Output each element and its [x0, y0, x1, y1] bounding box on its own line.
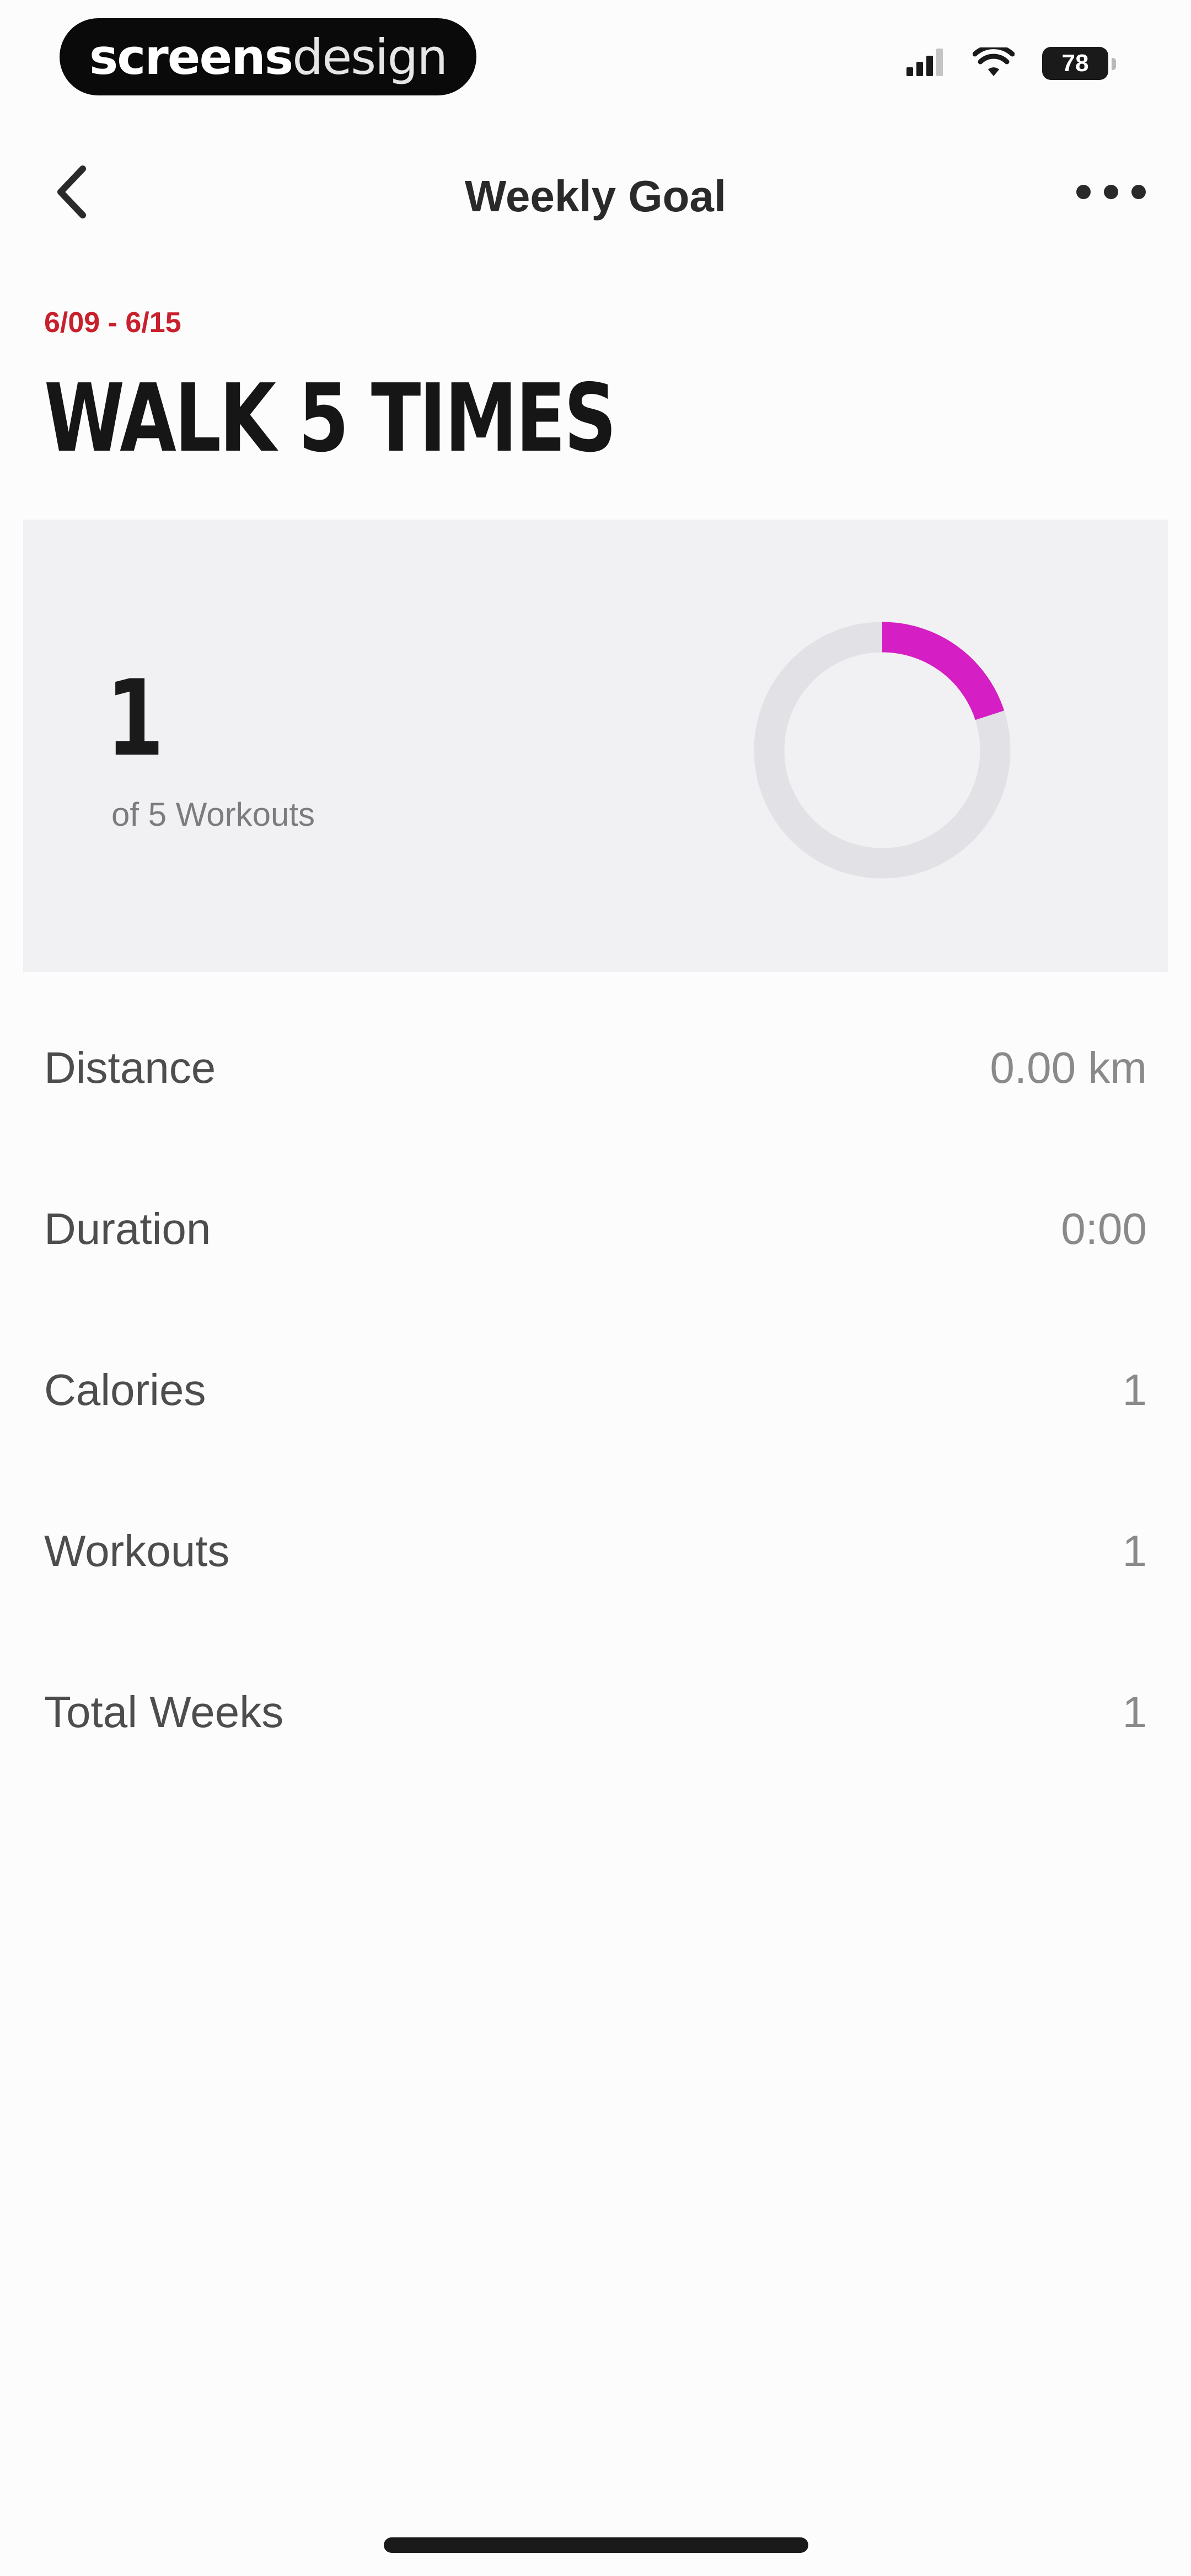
stat-label: Workouts [44, 1526, 230, 1575]
battery-icon: 78 [1042, 47, 1116, 80]
goal-title: WALK 5 TIMES [44, 364, 616, 473]
date-range: 6/09 - 6/15 [44, 307, 181, 339]
stat-row-total-weeks: Total Weeks 1 [0, 1632, 1191, 1793]
stat-label: Distance [44, 1043, 216, 1092]
progress-count: 1 [106, 658, 164, 779]
stat-row-calories: Calories 1 [0, 1310, 1191, 1471]
signal-icon [906, 48, 945, 79]
status-bar: screens design 78 [0, 0, 1191, 116]
stat-value: 0:00 [1061, 1204, 1147, 1253]
brand-logo-bold: screens [89, 28, 293, 85]
progress-ring [744, 612, 1020, 888]
nav-bar: Weekly Goal [0, 143, 1191, 243]
stat-value: 1 [1122, 1365, 1147, 1414]
brand-logo-light: design [292, 28, 448, 85]
stat-label: Duration [44, 1204, 211, 1253]
progress-card: 1 of 5 Workouts [23, 520, 1168, 972]
stat-value: 1 [1122, 1526, 1147, 1575]
stat-label: Total Weeks [44, 1687, 284, 1736]
stats-list: Distance 0.00 km Duration 0:00 Calories … [0, 987, 1191, 1793]
stat-value: 1 [1122, 1687, 1147, 1736]
more-options-button[interactable] [1070, 160, 1152, 226]
stat-label: Calories [44, 1365, 206, 1414]
more-horizontal-icon [1075, 184, 1147, 203]
stat-value: 0.00 km [990, 1043, 1147, 1092]
home-indicator[interactable] [384, 2537, 808, 2553]
stat-row-distance: Distance 0.00 km [0, 987, 1191, 1148]
progress-caption: of 5 Workouts [111, 796, 315, 833]
wifi-icon [972, 44, 1015, 80]
brand-logo: screens design [60, 18, 476, 95]
stat-row-workouts: Workouts 1 [0, 1471, 1191, 1632]
page-title: Weekly Goal [464, 172, 727, 221]
status-icons: 78 [906, 44, 1116, 80]
stat-row-duration: Duration 0:00 [0, 1148, 1191, 1310]
battery-level: 78 [1061, 50, 1089, 77]
